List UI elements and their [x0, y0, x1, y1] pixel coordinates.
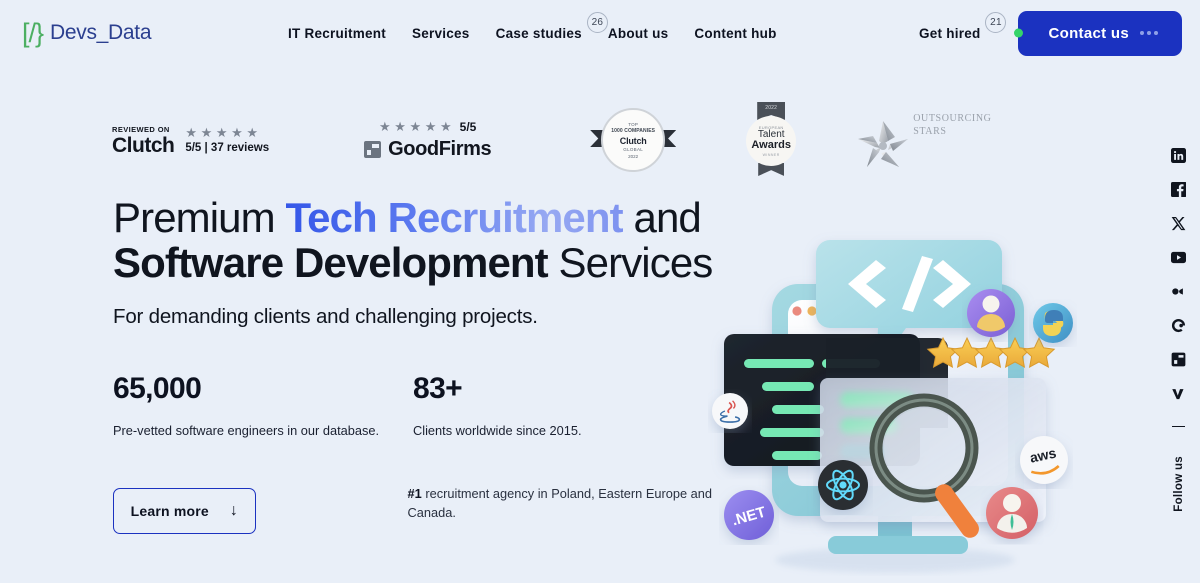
- goodfirms-rating: ★ ★ ★ ★ ★ 5/5: [379, 120, 476, 134]
- goodfirms-mark-icon: [364, 140, 382, 158]
- nav-badge-count: 26: [586, 11, 608, 33]
- x-twitter-icon[interactable]: [1171, 216, 1186, 231]
- get-hired-label: Get hired: [918, 25, 981, 41]
- award-year: 2022: [765, 105, 778, 111]
- stat-engineers: 65,000 Pre-vetted software engineers in …: [113, 374, 413, 440]
- seal-line-scope: GLOBAL: [623, 147, 644, 152]
- outsourcing-stars-badge[interactable]: OUTSOURCING STARS: [855, 109, 991, 171]
- site-header: [/} Devs_Data IT Recruitment Services Ca…: [0, 0, 1200, 66]
- get-hired-badge-count: 21: [985, 11, 1007, 33]
- clutch-review-badge[interactable]: REVIEWED ON Clutch ★ ★ ★ ★ ★ 5/5 | 37 re…: [112, 125, 269, 156]
- award-medal-body: EUROPEAN Talent Awards WINNER: [746, 116, 797, 166]
- video-camera-icon[interactable]: [1171, 284, 1186, 299]
- seal-line-year: 2022: [628, 153, 639, 159]
- contact-us-button[interactable]: Contact us: [1014, 10, 1182, 56]
- stat-number: 83+: [413, 372, 463, 406]
- headline-bold-text: Software Development: [113, 238, 549, 286]
- nav-label: Services: [412, 25, 470, 41]
- outsourcing-stars-wordmark: OUTSOURCING STARS: [913, 113, 991, 138]
- talent-awards-badge[interactable]: 2022 EUROPEAN Talent Awards WINNER: [745, 102, 797, 178]
- contact-us-label: Contact us: [1048, 24, 1129, 42]
- outsourcing-star-icon: [855, 117, 911, 171]
- clutch-logo: REVIEWED ON Clutch: [112, 124, 175, 157]
- main-navigation: IT Recruitment Services Case studies 26 …: [288, 11, 777, 41]
- nav-label: Content hub: [694, 25, 777, 41]
- star-rating-icon: ★ ★ ★ ★ ★: [378, 119, 452, 134]
- learn-more-label: Learn more: [130, 503, 209, 520]
- arrow-down-icon: ↓: [229, 502, 238, 520]
- hero-illustration: aws .NET: [700, 218, 1080, 583]
- award-winner-label: WINNER: [762, 153, 780, 158]
- stat-description: Clients worldwide since 2015.: [413, 423, 582, 439]
- star-rating-icon: ★ ★ ★ ★ ★: [185, 125, 259, 140]
- logo[interactable]: [/} Devs_Data: [22, 17, 152, 48]
- nav-label: IT Recruitment: [288, 25, 387, 41]
- headline-gradient-text: Tech Recruitment: [285, 194, 624, 241]
- facebook-icon[interactable]: [1171, 182, 1186, 197]
- agency-rank-rest: recruitment agency in Poland, Eastern Eu…: [407, 486, 713, 520]
- outsourcing-line2: STARS: [913, 125, 947, 137]
- nav-item-content-hub[interactable]: Content hub: [694, 26, 776, 41]
- hero-stats: 65,000 Pre-vetted software engineers in …: [113, 374, 713, 440]
- goodfirms-logo: GoodFirms: [364, 137, 492, 161]
- clutch-wordmark: Clutch: [112, 133, 175, 157]
- nav-label: About us: [607, 25, 669, 41]
- follow-us-label: Follow us: [1172, 456, 1185, 513]
- logo-text: Devs_Data: [50, 21, 152, 44]
- headline-part-1: Premium: [113, 194, 286, 241]
- goodfirms-review-badge[interactable]: ★ ★ ★ ★ ★ 5/5 GoodFirms: [364, 120, 492, 161]
- stat-clients: 83+ Clients worldwide since 2015.: [413, 374, 713, 440]
- headline-part-3: Services: [547, 238, 714, 286]
- linkedin-icon[interactable]: [1171, 148, 1186, 163]
- page-title: Premium Tech Recruitment and Software De…: [113, 194, 714, 286]
- social-follow-rail: Follow us: [1171, 148, 1186, 512]
- award-line-awards: Awards: [751, 139, 791, 152]
- ellipsis-icon: [1140, 31, 1158, 35]
- clutch-rating: ★ ★ ★ ★ ★ 5/5 | 37 reviews: [185, 126, 269, 154]
- status-dot-icon: [1014, 28, 1024, 38]
- goodfirms-score: 5/5: [459, 119, 477, 134]
- agency-rank: #1: [407, 486, 422, 502]
- hero-section: Premium Tech Recruitment and Software De…: [113, 194, 714, 535]
- seal-line-top: TOP: [628, 121, 639, 127]
- vimeo-icon[interactable]: [1171, 386, 1186, 401]
- seal-body: TOP 1000 COMPANIES Clutch GLOBAL 2022: [601, 108, 666, 172]
- clutch-rating-text: 5/5 | 37 reviews: [185, 142, 270, 154]
- logo-bracket-icon: [/}: [22, 17, 44, 48]
- nav-item-get-hired[interactable]: Get hired 21: [918, 11, 1007, 41]
- stat-number: 65,000: [113, 372, 202, 406]
- award-badges-strip: REVIEWED ON Clutch ★ ★ ★ ★ ★ 5/5 | 37 re…: [112, 102, 991, 178]
- stat-description: Pre-vetted software engineers in our dat…: [113, 423, 380, 439]
- rail-divider: [1172, 426, 1185, 428]
- header-actions: Get hired 21 Contact us: [918, 10, 1182, 56]
- reviewed-on-label: REVIEWED ON: [112, 124, 170, 134]
- hero-cta-row: Learn more ↓ #1 recruitment agency in Po…: [113, 485, 713, 535]
- clutch-icon[interactable]: [1171, 318, 1186, 333]
- nav-label: Case studies: [495, 25, 582, 41]
- nav-item-it-recruitment[interactable]: IT Recruitment: [288, 26, 386, 41]
- youtube-icon[interactable]: [1171, 250, 1186, 265]
- outsourcing-line1: OUTSOURCING: [913, 113, 992, 124]
- goodfirms-icon[interactable]: [1171, 352, 1186, 367]
- agency-ranking-note: #1 recruitment agency in Poland, Eastern…: [408, 485, 713, 522]
- nav-item-about-us[interactable]: About us: [608, 26, 669, 41]
- nav-item-case-studies[interactable]: Case studies 26: [495, 11, 608, 41]
- seal-line-brand: Clutch: [619, 135, 647, 146]
- goodfirms-wordmark: GoodFirms: [388, 137, 492, 160]
- learn-more-button[interactable]: Learn more ↓: [113, 488, 256, 535]
- hero-subheading: For demanding clients and challenging pr…: [113, 305, 538, 329]
- clutch-top-1000-seal[interactable]: TOP 1000 COMPANIES Clutch GLOBAL 2022: [590, 106, 677, 174]
- headline-part-2: and: [622, 194, 702, 241]
- nav-item-services[interactable]: Services: [412, 26, 470, 41]
- seal-line-companies: 1000 COMPANIES: [611, 128, 656, 134]
